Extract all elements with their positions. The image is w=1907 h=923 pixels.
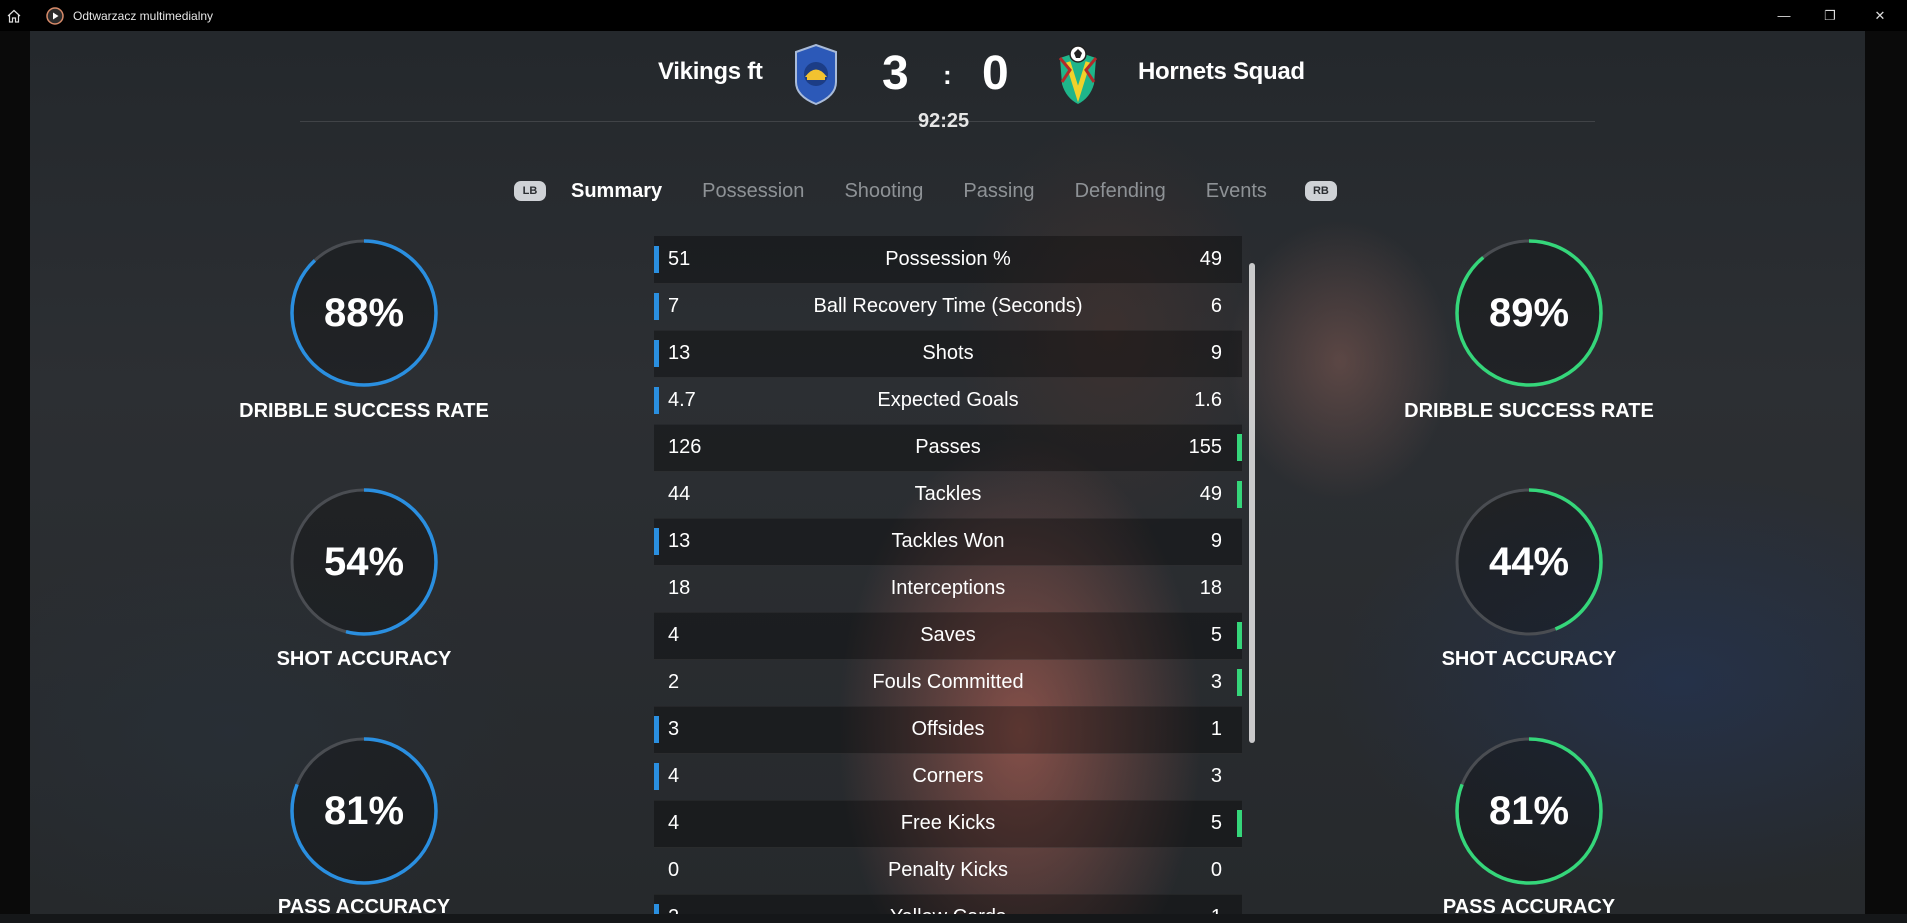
stat-away-value: 1.6 (1194, 389, 1222, 411)
stat-away-value: 1 (1211, 906, 1222, 914)
stat-row: 13 Tackles Won 9 (654, 518, 1242, 566)
stat-name: Fouls Committed (872, 671, 1024, 693)
window-title: Odtwarzacz multimedialny (73, 8, 214, 23)
stat-away-value: 18 (1199, 577, 1222, 599)
home-score: 3 (882, 47, 909, 100)
stat-row: 2 Fouls Committed 3 (654, 659, 1242, 707)
stat-row: 44 Tackles 49 (654, 471, 1242, 519)
away-dribble-label: DRIBBLE SUCCESS RATE (1404, 400, 1654, 422)
home-shot-value: 54% (323, 539, 405, 584)
title-bar: Odtwarzacz multimedialny — ❐ ✕ (0, 0, 1907, 31)
home-pass-value: 81% (323, 788, 405, 833)
away-pass-value: 81% (1488, 788, 1570, 833)
stat-name: Shots (922, 342, 974, 364)
away-pass-label: PASS ACCURACY (1442, 896, 1616, 918)
stat-row: 0 Penalty Kicks 0 (654, 847, 1242, 895)
tab-summary[interactable]: Summary (571, 180, 662, 203)
away-dribble-value: 89% (1488, 290, 1570, 335)
stat-away-value: 1 (1210, 718, 1222, 740)
stat-row: 18 Interceptions 18 (654, 565, 1242, 613)
stat-away-value: 0 (1210, 859, 1222, 881)
stat-away-value: 5 (1210, 624, 1222, 646)
away-team-name: Hornets Squad (1138, 58, 1305, 85)
away-shot-label: SHOT ACCURACY (1441, 648, 1617, 670)
stat-away-value: 5 (1210, 812, 1222, 834)
home-team-name: Vikings ft (658, 58, 763, 85)
header-divider (300, 121, 1595, 122)
tab-possession[interactable]: Possession (702, 180, 804, 203)
stat-away-value: 155 (1188, 436, 1222, 458)
restore-button[interactable]: ❐ (1807, 0, 1853, 31)
stat-name: Offsides (911, 718, 985, 740)
stat-away-value: 49 (1199, 483, 1222, 505)
stat-row: 7 Ball Recovery Time (Seconds) 6 (654, 283, 1242, 331)
stat-row: 4 Corners 3 (654, 753, 1242, 801)
stat-name: Passes (915, 436, 981, 458)
home-team-crest-icon (792, 43, 840, 106)
tab-defending[interactable]: Defending (1075, 180, 1166, 203)
lb-button[interactable]: LB (514, 181, 546, 201)
home-pass-gauge: 81% (289, 736, 439, 886)
away-shot-value: 44% (1488, 539, 1570, 584)
home-shot-gauge: 54% (289, 487, 439, 637)
stats-table[interactable]: 51 Possession % 49 7 Ball Recovery Time (Sec… (654, 236, 1242, 914)
tab-passing[interactable]: Passing (963, 180, 1034, 203)
away-shot-gauge: 44% (1454, 487, 1604, 637)
stat-row: 126 Passes 155 (654, 424, 1242, 472)
tab-events[interactable]: Events (1206, 180, 1267, 203)
stat-row: 2Yellow Cards1 (654, 894, 1242, 914)
minimize-button[interactable]: — (1761, 0, 1807, 31)
away-team-crest-icon (1054, 44, 1102, 106)
score-separator: : (943, 60, 952, 90)
media-player-icon (46, 6, 64, 25)
stat-name: Penalty Kicks (887, 859, 1009, 881)
stat-away-value: 6 (1210, 295, 1222, 317)
rb-button[interactable]: RB (1304, 181, 1337, 201)
home-dribble-label: DRIBBLE SUCCESS RATE (239, 400, 489, 422)
stat-row: 51 Possession % 49 (654, 236, 1242, 284)
tab-shooting[interactable]: Shooting (844, 180, 923, 203)
away-pass-gauge: 81% (1454, 736, 1604, 886)
stat-name: Saves (920, 624, 976, 646)
stat-name: Interceptions (890, 577, 1006, 599)
stats-scrollbar[interactable] (1249, 263, 1255, 743)
stat-name: Corners (912, 765, 984, 787)
stat-row: 4.7 Expected Goals 1.6 (654, 377, 1242, 425)
stat-away-value: 9 (1210, 342, 1222, 364)
stats-tabs: LB Summary Possession Shooting Passing D… (514, 178, 1337, 204)
stat-name: Expected Goals (877, 389, 1019, 411)
close-button[interactable]: ✕ (1853, 0, 1907, 31)
stat-away-value: 9 (1210, 530, 1222, 552)
stat-away-value: 49 (1199, 248, 1222, 270)
home-dribble-gauge: 88% (289, 238, 439, 388)
stat-away-value: 3 (1210, 765, 1222, 787)
home-dribble-value: 88% (323, 290, 405, 335)
stat-name: Tackles (914, 483, 982, 505)
stat-name: Possession % (885, 248, 1011, 270)
home-icon[interactable] (3, 5, 25, 27)
home-shot-label: SHOT ACCURACY (276, 648, 452, 670)
stat-away-value: 3 (1210, 671, 1222, 693)
stat-name: Yellow Cards (654, 906, 1242, 914)
away-score: 0 (982, 47, 1009, 100)
stat-row: 4 Free Kicks 5 (654, 800, 1242, 848)
stat-name: Tackles Won (891, 530, 1005, 552)
home-pass-label: PASS ACCURACY (277, 896, 451, 918)
stat-row: 4 Saves 5 (654, 612, 1242, 660)
stat-row: 3 Offsides 1 (654, 706, 1242, 754)
stat-name: Ball Recovery Time (Seconds) (813, 295, 1083, 317)
stat-name: Free Kicks (900, 812, 996, 834)
letterbox-left (0, 31, 30, 923)
away-dribble-gauge: 89% (1454, 238, 1604, 388)
stat-row: 13 Shots 9 (654, 330, 1242, 378)
window-controls: — ❐ ✕ (1761, 0, 1907, 31)
letterbox-right (1865, 31, 1907, 923)
